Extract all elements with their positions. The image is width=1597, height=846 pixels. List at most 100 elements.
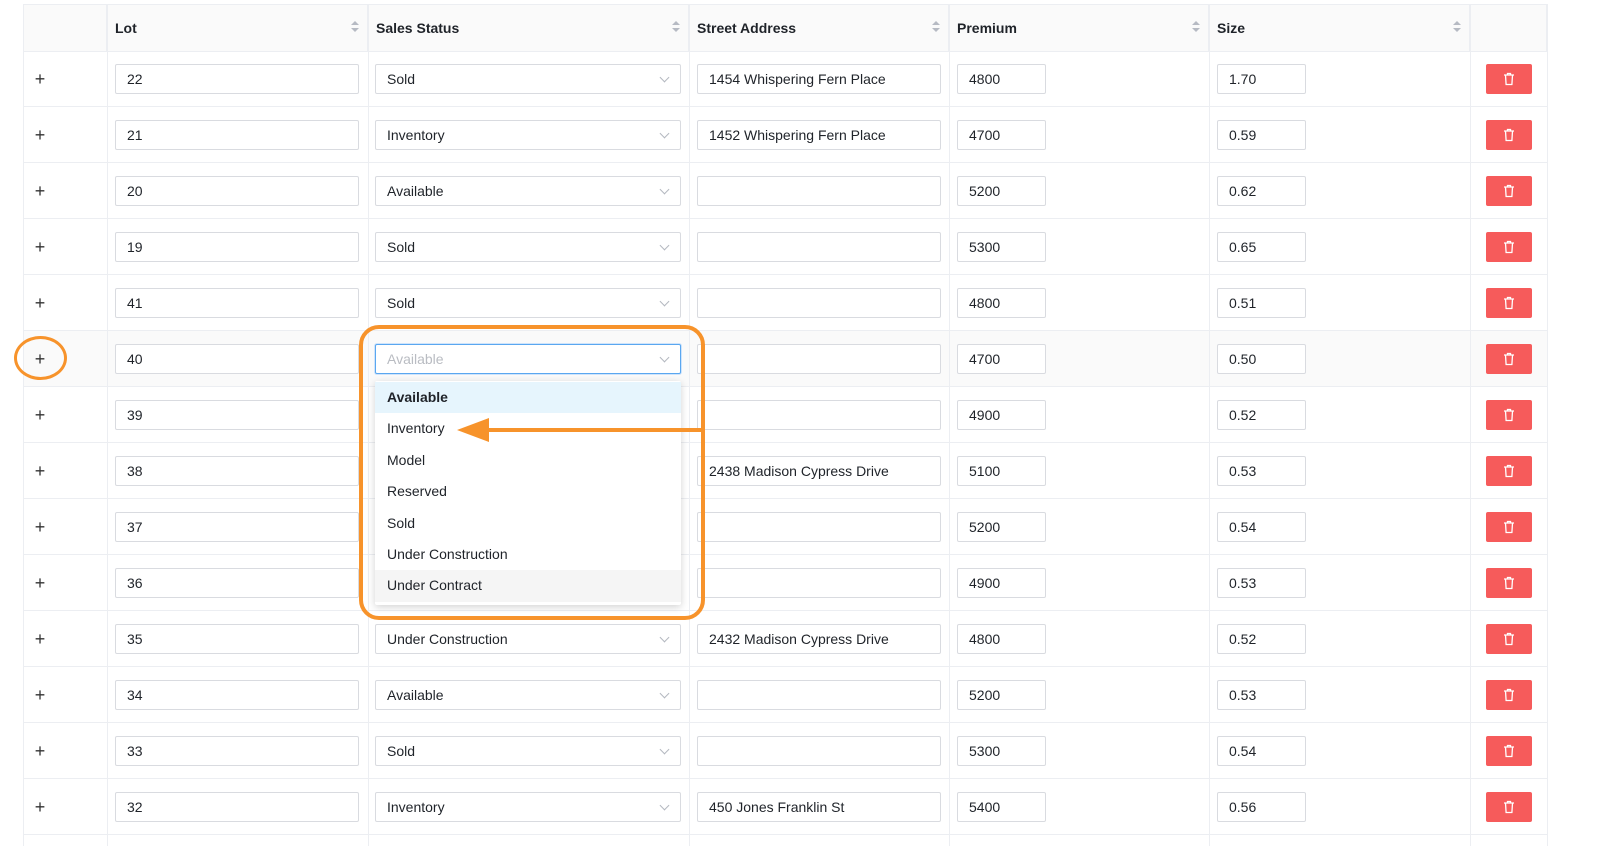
lot-input[interactable]: 35 bbox=[115, 624, 359, 654]
lot-input[interactable]: 38 bbox=[115, 456, 359, 486]
delete-row-button[interactable] bbox=[1486, 344, 1532, 374]
plus-icon[interactable]: + bbox=[33, 294, 47, 312]
delete-row-button[interactable] bbox=[1486, 400, 1532, 430]
premium-input[interactable]: 5200 bbox=[957, 512, 1046, 542]
dropdown-option[interactable]: Under Contract bbox=[375, 570, 681, 602]
size-input[interactable]: 0.59 bbox=[1217, 120, 1306, 150]
dropdown-option[interactable]: Inventory bbox=[375, 413, 681, 444]
street-address-input[interactable] bbox=[697, 680, 941, 710]
dropdown-option[interactable]: Sold bbox=[375, 508, 681, 539]
street-address-input[interactable] bbox=[697, 176, 941, 206]
plus-icon[interactable]: + bbox=[33, 238, 47, 256]
delete-row-button[interactable] bbox=[1486, 680, 1532, 710]
sales-status-select[interactable]: Inventory bbox=[375, 792, 681, 822]
lot-input[interactable]: 41 bbox=[115, 288, 359, 318]
sales-status-select[interactable]: Sold bbox=[375, 288, 681, 318]
plus-icon[interactable]: + bbox=[33, 126, 47, 144]
sort-icon[interactable] bbox=[1453, 21, 1461, 34]
lot-input[interactable]: 21 bbox=[115, 120, 359, 150]
sales-status-select[interactable]: Available bbox=[375, 176, 681, 206]
delete-row-button[interactable] bbox=[1486, 176, 1532, 206]
lot-input[interactable]: 19 bbox=[115, 232, 359, 262]
column-header[interactable]: Size bbox=[1209, 5, 1470, 51]
sales-status-select[interactable]: Sold bbox=[375, 64, 681, 94]
sort-icon[interactable] bbox=[672, 21, 680, 34]
street-address-input[interactable] bbox=[697, 400, 941, 430]
plus-icon[interactable]: + bbox=[33, 686, 47, 704]
plus-icon[interactable]: + bbox=[33, 350, 47, 368]
size-input[interactable]: 0.50 bbox=[1217, 344, 1306, 374]
dropdown-option[interactable]: Reserved bbox=[375, 476, 681, 507]
size-input[interactable]: 0.53 bbox=[1217, 680, 1306, 710]
street-address-input[interactable]: 1454 Whispering Fern Place bbox=[697, 64, 941, 94]
premium-input[interactable]: 5100 bbox=[957, 456, 1046, 486]
street-address-input[interactable]: 2438 Madison Cypress Drive bbox=[697, 456, 941, 486]
street-address-input[interactable]: 1452 Whispering Fern Place bbox=[697, 120, 941, 150]
sales-status-select[interactable]: Under Construction bbox=[375, 624, 681, 654]
plus-icon[interactable]: + bbox=[33, 182, 47, 200]
sales-status-select[interactable]: Available bbox=[375, 344, 681, 374]
size-input[interactable]: 0.54 bbox=[1217, 736, 1306, 766]
lot-input[interactable]: 37 bbox=[115, 512, 359, 542]
premium-input[interactable]: 4900 bbox=[957, 568, 1046, 598]
delete-row-button[interactable] bbox=[1486, 568, 1532, 598]
size-input[interactable]: 0.62 bbox=[1217, 176, 1306, 206]
lot-input[interactable]: 34 bbox=[115, 680, 359, 710]
size-input[interactable]: 0.53 bbox=[1217, 568, 1306, 598]
delete-row-button[interactable] bbox=[1486, 456, 1532, 486]
plus-icon[interactable]: + bbox=[33, 630, 47, 648]
street-address-input[interactable] bbox=[697, 288, 941, 318]
premium-input[interactable]: 4700 bbox=[957, 120, 1046, 150]
premium-input[interactable]: 4800 bbox=[957, 64, 1046, 94]
column-header[interactable]: Premium bbox=[949, 5, 1209, 51]
delete-row-button[interactable] bbox=[1486, 624, 1532, 654]
delete-row-button[interactable] bbox=[1486, 512, 1532, 542]
plus-icon[interactable]: + bbox=[33, 798, 47, 816]
sort-icon[interactable] bbox=[351, 21, 359, 34]
plus-icon[interactable]: + bbox=[33, 406, 47, 424]
lot-input[interactable]: 32 bbox=[115, 792, 359, 822]
dropdown-option[interactable]: Under Construction bbox=[375, 539, 681, 570]
premium-input[interactable]: 5300 bbox=[957, 736, 1046, 766]
plus-icon[interactable]: + bbox=[33, 518, 47, 536]
sales-status-select[interactable]: Available bbox=[375, 680, 681, 710]
dropdown-option[interactable]: Model bbox=[375, 445, 681, 476]
plus-icon[interactable]: + bbox=[33, 70, 47, 88]
delete-row-button[interactable] bbox=[1486, 232, 1532, 262]
delete-row-button[interactable] bbox=[1486, 64, 1532, 94]
size-input[interactable]: 0.65 bbox=[1217, 232, 1306, 262]
sales-status-select[interactable]: Sold bbox=[375, 736, 681, 766]
street-address-input[interactable]: 450 Jones Franklin St bbox=[697, 792, 941, 822]
lot-input[interactable]: 22 bbox=[115, 64, 359, 94]
lot-input[interactable]: 20 bbox=[115, 176, 359, 206]
premium-input[interactable]: 5400 bbox=[957, 792, 1046, 822]
delete-row-button[interactable] bbox=[1486, 792, 1532, 822]
premium-input[interactable]: 5200 bbox=[957, 176, 1046, 206]
premium-input[interactable]: 5200 bbox=[957, 680, 1046, 710]
premium-input[interactable]: 5300 bbox=[957, 232, 1046, 262]
sort-icon[interactable] bbox=[932, 21, 940, 34]
delete-row-button[interactable] bbox=[1486, 120, 1532, 150]
plus-icon[interactable]: + bbox=[33, 742, 47, 760]
sales-status-select[interactable]: Inventory bbox=[375, 120, 681, 150]
street-address-input[interactable] bbox=[697, 232, 941, 262]
delete-row-button[interactable] bbox=[1486, 288, 1532, 318]
plus-icon[interactable]: + bbox=[33, 574, 47, 592]
street-address-input[interactable] bbox=[697, 512, 941, 542]
size-input[interactable]: 0.52 bbox=[1217, 400, 1306, 430]
lot-input[interactable]: 40 bbox=[115, 344, 359, 374]
size-input[interactable]: 1.70 bbox=[1217, 64, 1306, 94]
lot-input[interactable]: 36 bbox=[115, 568, 359, 598]
premium-input[interactable]: 4700 bbox=[957, 344, 1046, 374]
size-input[interactable]: 0.51 bbox=[1217, 288, 1306, 318]
lot-input[interactable]: 39 bbox=[115, 400, 359, 430]
size-input[interactable]: 0.53 bbox=[1217, 456, 1306, 486]
premium-input[interactable]: 4800 bbox=[957, 288, 1046, 318]
premium-input[interactable]: 4800 bbox=[957, 624, 1046, 654]
size-input[interactable]: 0.56 bbox=[1217, 792, 1306, 822]
size-input[interactable]: 0.54 bbox=[1217, 512, 1306, 542]
sort-icon[interactable] bbox=[1192, 21, 1200, 34]
column-header[interactable]: Lot bbox=[107, 5, 368, 51]
street-address-input[interactable] bbox=[697, 568, 941, 598]
plus-icon[interactable]: + bbox=[33, 462, 47, 480]
